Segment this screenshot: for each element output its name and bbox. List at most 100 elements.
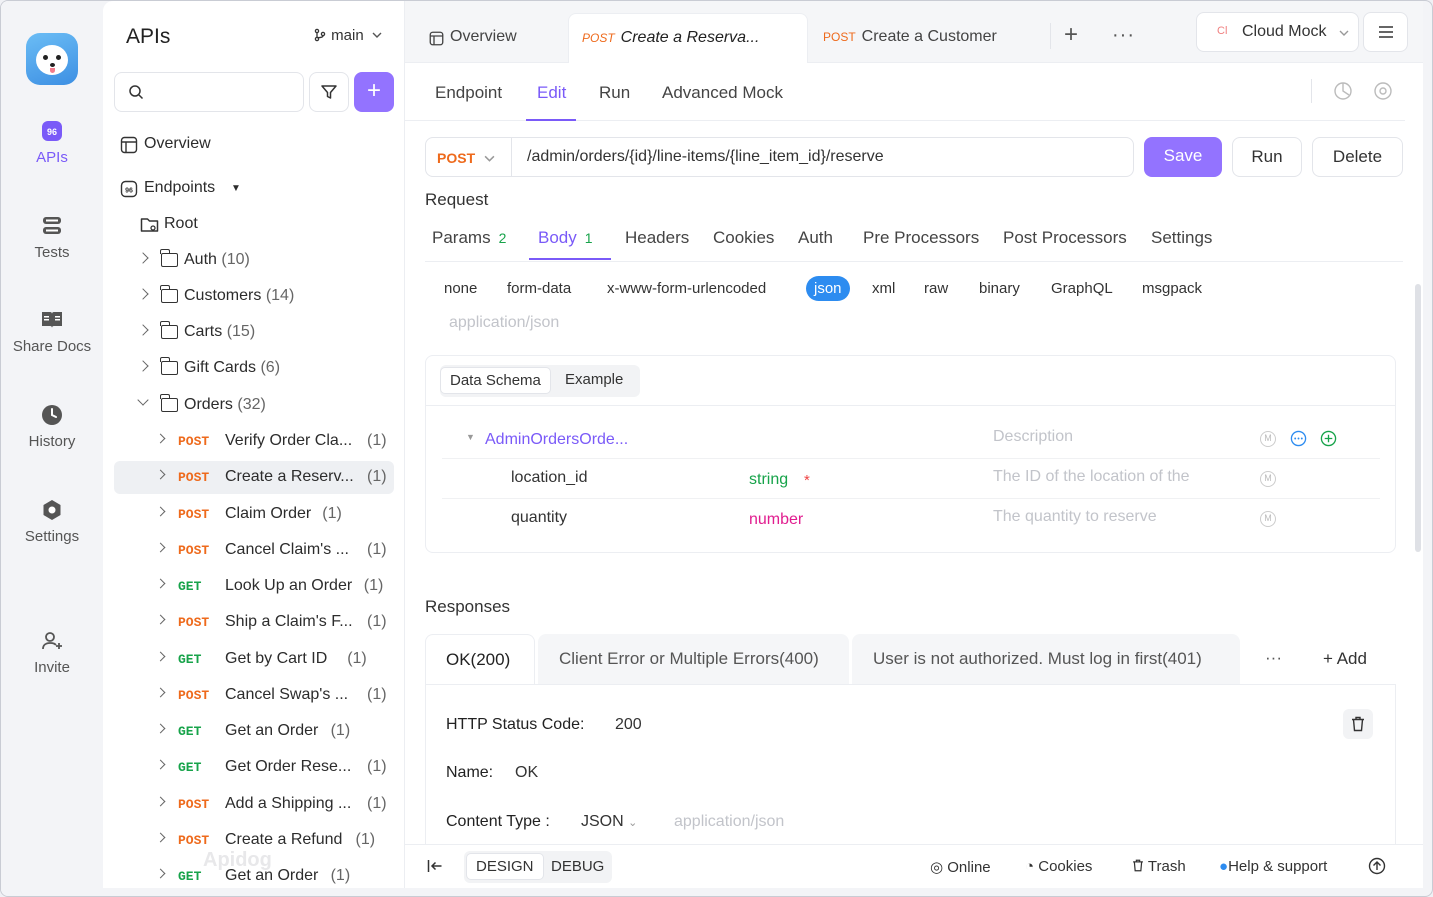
req-tab-body[interactable]: Body 1 <box>538 228 593 248</box>
req-tab-pre-processors[interactable]: Pre Processors <box>863 228 979 248</box>
response-tab-401[interactable]: User is not authorized. Must log in firs… <box>852 634 1240 684</box>
sidebar-endpoint-item[interactable]: GET Get Order Rese... (1) <box>103 751 405 784</box>
new-tab-plus-icon[interactable]: + <box>1064 23 1078 47</box>
filter-button[interactable] <box>309 72 349 112</box>
environment-selector[interactable]: Cl Cloud Mock <box>1196 12 1359 52</box>
subtab-edit[interactable]: Edit <box>537 83 566 103</box>
content-type-select[interactable]: JSON ⌄ <box>581 813 637 831</box>
schema-root-name[interactable]: AdminOrdersOrde... <box>485 431 628 449</box>
trash-button[interactable]: Trash <box>1132 858 1186 875</box>
sidebar-endpoint-item[interactable]: POST Add a Shipping ... (1) <box>103 788 405 821</box>
rail-item-tests[interactable]: Tests <box>1 214 103 261</box>
add-endpoint-button[interactable]: + <box>354 72 394 112</box>
project-avatar[interactable] <box>26 33 78 85</box>
body-type-binary[interactable]: binary <box>979 280 1020 297</box>
rail-item-invite[interactable]: Invite <box>1 629 103 676</box>
required-marker[interactable]: * <box>804 472 810 489</box>
req-tab-cookies[interactable]: Cookies <box>713 228 774 248</box>
field-description[interactable]: The ID of the location of the <box>993 468 1190 486</box>
subtab-run[interactable]: Run <box>599 83 630 103</box>
schema-root-row[interactable]: ▼ AdminOrdersOrde... Description M <box>442 419 1380 459</box>
req-tab-settings[interactable]: Settings <box>1151 228 1212 248</box>
mock-icon[interactable]: M <box>1260 511 1276 527</box>
sidebar-folder-auth[interactable]: Auth (10) <box>103 244 405 277</box>
http-status-value[interactable]: 200 <box>615 716 642 734</box>
mode-design[interactable]: DESIGN <box>466 853 544 880</box>
body-type-none[interactable]: none <box>444 280 477 297</box>
endpoint-settings-icon[interactable] <box>1373 81 1393 101</box>
sidebar-folder-gift-cards[interactable]: Gift Cards (6) <box>103 352 405 385</box>
add-field-icon[interactable] <box>1320 430 1337 447</box>
subtab-endpoint[interactable]: Endpoint <box>435 83 502 103</box>
field-type[interactable]: number <box>749 511 803 529</box>
more-options-icon[interactable] <box>1290 430 1307 447</box>
description-placeholder[interactable]: Description <box>993 428 1073 446</box>
sidebar-item-endpoints[interactable]: 96 Endpoints ▼ <box>103 172 405 205</box>
rail-item-history[interactable]: History <box>1 403 103 450</box>
sidebar-endpoint-item[interactable]: POST Cancel Swap's ... (1) <box>103 679 405 712</box>
tab-create-reservation[interactable]: POST Create a Reserva... <box>568 13 808 63</box>
method-select[interactable]: POST <box>426 138 512 176</box>
tab-overview[interactable]: Overview <box>417 13 567 63</box>
field-name[interactable]: location_id <box>511 469 588 487</box>
sidebar-endpoint-item[interactable]: GET Get by Cart ID (1) <box>103 643 405 676</box>
sidebar-item-root[interactable]: Root <box>103 208 405 241</box>
schema-field-row[interactable]: quantity number The quantity to reserve … <box>442 499 1380 539</box>
run-button[interactable]: Run <box>1232 137 1302 177</box>
sidebar-endpoint-item[interactable]: GET Get an Order (1) <box>103 715 405 748</box>
add-response-button[interactable]: + Add <box>1323 649 1367 669</box>
sidebar-folder-customers[interactable]: Customers (14) <box>103 280 405 313</box>
req-tab-headers[interactable]: Headers <box>625 228 689 248</box>
rail-item-settings[interactable]: Settings <box>1 498 103 545</box>
save-button[interactable]: Save <box>1144 137 1222 177</box>
body-type-urlencoded[interactable]: x-www-form-urlencoded <box>607 280 766 297</box>
schema-field-row[interactable]: location_id string * The ID of the locat… <box>442 459 1380 499</box>
body-type-form-data[interactable]: form-data <box>507 280 571 297</box>
help-support-button[interactable]: ●Help & support <box>1219 858 1327 875</box>
response-name-value[interactable]: OK <box>515 764 538 782</box>
body-type-json[interactable]: json <box>806 276 850 301</box>
sidebar-folder-carts[interactable]: Carts (15) <box>103 316 405 349</box>
subtab-advanced-mock[interactable]: Advanced Mock <box>662 83 783 103</box>
field-description[interactable]: The quantity to reserve <box>993 508 1157 526</box>
menu-button[interactable] <box>1363 12 1408 52</box>
field-name[interactable]: quantity <box>511 509 567 527</box>
schema-tab-example[interactable]: Example <box>565 371 623 388</box>
branch-selector[interactable]: main <box>313 27 382 44</box>
response-tab-400[interactable]: Client Error or Multiple Errors(400) <box>538 634 849 684</box>
rail-item-share-docs[interactable]: Share Docs <box>1 308 103 355</box>
sidebar-search-input[interactable] <box>114 72 304 112</box>
sidebar-endpoint-item[interactable]: POST Ship a Claim's F... (1) <box>103 606 405 639</box>
response-tab-200[interactable]: OK(200) <box>425 634 535 684</box>
req-tab-params[interactable]: Params 2 <box>432 228 506 248</box>
sidebar-endpoint-item[interactable]: POST Cancel Claim's ... (1) <box>103 534 405 567</box>
sidebar-item-overview[interactable]: Overview <box>103 128 405 161</box>
sidebar-folder-orders[interactable]: Orders (32) <box>103 389 405 422</box>
scroll-up-icon[interactable] <box>1368 857 1386 875</box>
more-responses-icon[interactable]: ··· <box>1265 648 1282 668</box>
delete-button[interactable]: Delete <box>1312 137 1403 177</box>
sidebar-endpoint-item[interactable]: POST Claim Order (1) <box>103 498 405 531</box>
sidebar-endpoint-item[interactable]: GET Look Up an Order (1) <box>103 570 405 603</box>
body-type-graphql[interactable]: GraphQL <box>1051 280 1113 297</box>
req-tab-auth[interactable]: Auth <box>798 228 833 248</box>
mode-debug[interactable]: DEBUG <box>551 858 604 875</box>
body-type-raw[interactable]: raw <box>924 280 948 297</box>
sidebar-endpoint-item[interactable]: POST Verify Order Cla... (1) <box>103 425 405 458</box>
sidebar-endpoint-item[interactable]: POST Create a Reserv... (1) <box>114 461 394 494</box>
schema-tab-data-schema[interactable]: Data Schema <box>440 367 551 394</box>
main-scrollbar[interactable] <box>1415 284 1421 552</box>
online-status[interactable]: ◎ Online <box>930 858 991 876</box>
field-type[interactable]: string <box>749 471 788 489</box>
mock-icon[interactable]: M <box>1260 471 1276 487</box>
more-tabs-icon[interactable]: ··· <box>1112 23 1135 47</box>
share-icon[interactable] <box>1333 81 1353 101</box>
tab-create-customer[interactable]: POST Create a Customer <box>810 13 1050 63</box>
body-type-xml[interactable]: xml <box>872 280 895 297</box>
mock-icon[interactable]: M <box>1260 431 1276 447</box>
req-tab-post-processors[interactable]: Post Processors <box>1003 228 1127 248</box>
body-type-msgpack[interactable]: msgpack <box>1142 280 1202 297</box>
delete-response-button[interactable] <box>1343 709 1373 739</box>
url-path-input[interactable]: /admin/orders/{id}/line-items/{line_item… <box>527 148 884 166</box>
rail-item-apis[interactable]: 96 APIs <box>1 119 103 166</box>
